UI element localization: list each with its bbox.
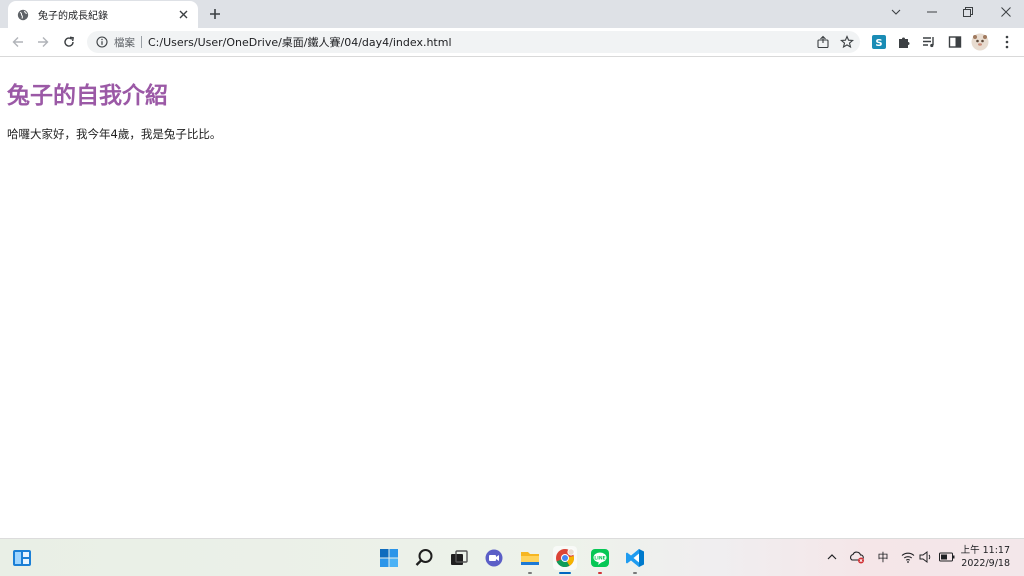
bookmark-star-icon[interactable]: [840, 34, 854, 53]
page-heading: 兔子的自我介紹: [7, 83, 168, 109]
task-view-icon[interactable]: [447, 546, 471, 570]
close-tab-icon[interactable]: [176, 8, 190, 22]
scheme-label: 檔案: [114, 36, 135, 49]
close-window-icon[interactable]: [988, 0, 1024, 24]
forward-arrow-icon[interactable]: [33, 32, 53, 52]
extensions-puzzle-icon[interactable]: [895, 33, 913, 51]
battery-icon[interactable]: [938, 549, 956, 565]
url-text[interactable]: C:/Users/User/OneDrive/桌面/鐵人賽/04/day4/in…: [148, 34, 452, 50]
svg-text:S: S: [875, 38, 882, 49]
search-icon[interactable]: [412, 546, 436, 570]
vscode-icon[interactable]: [623, 546, 647, 574]
share-icon[interactable]: [816, 34, 830, 53]
svg-text:LINE: LINE: [594, 556, 605, 562]
omnibox-divider: [141, 36, 142, 48]
widgets-icon[interactable]: [10, 546, 34, 570]
clock-date: 2022/9/18: [961, 558, 1010, 569]
menu-dots-icon[interactable]: [998, 33, 1016, 51]
back-arrow-icon[interactable]: [8, 32, 28, 52]
info-icon[interactable]: [96, 36, 108, 48]
title-bar: 兔子的成長紀錄: [0, 0, 1024, 28]
file-explorer-icon[interactable]: [518, 546, 542, 574]
new-tab-icon[interactable]: [206, 5, 224, 23]
ime-indicator[interactable]: 中: [874, 549, 892, 565]
globe-icon: [17, 9, 29, 21]
media-queue-icon[interactable]: [920, 33, 938, 51]
page-viewport: 兔子的自我介紹 哈囉大家好，我今年4歲，我是兔子比比。: [0, 58, 1024, 538]
taskbar-clock[interactable]: 上午 11:17 2022/9/18: [961, 544, 1010, 570]
clock-time: 上午 11:17: [960, 545, 1010, 556]
show-hidden-icons-chevron-icon[interactable]: [824, 549, 840, 565]
browser-toolbar: 檔案 C:/Users/User/OneDrive/桌面/鐵人賽/04/day4…: [0, 28, 1024, 57]
s-extension-icon[interactable]: S: [870, 33, 888, 51]
windows-taskbar: LINE 中 上午 11:17 2022/9/18: [0, 538, 1024, 576]
chat-icon[interactable]: [482, 546, 506, 570]
address-bar[interactable]: 檔案 C:/Users/User/OneDrive/桌面/鐵人賽/04/day4…: [87, 31, 860, 53]
tab-title: 兔子的成長紀錄: [38, 11, 108, 22]
browser-tab[interactable]: 兔子的成長紀錄: [8, 1, 198, 28]
wifi-icon[interactable]: [900, 549, 916, 565]
onedrive-error-icon[interactable]: [848, 549, 866, 565]
intro-paragraph: 哈囉大家好，我今年4歲，我是兔子比比。: [7, 127, 222, 141]
restore-icon[interactable]: [950, 0, 986, 24]
tab-search-chevron-icon[interactable]: [878, 0, 914, 24]
running-indicator: [528, 572, 532, 574]
active-indicator: [559, 572, 571, 574]
start-icon[interactable]: [377, 546, 401, 570]
running-indicator: [598, 572, 602, 574]
reload-icon[interactable]: [59, 32, 79, 52]
running-indicator: [633, 572, 637, 574]
line-icon[interactable]: LINE: [588, 546, 612, 574]
volume-icon[interactable]: [918, 549, 934, 565]
minimize-icon[interactable]: [914, 0, 950, 24]
chrome-icon[interactable]: [553, 546, 577, 574]
side-panel-icon[interactable]: [946, 33, 964, 51]
profile-avatar-icon[interactable]: [971, 33, 989, 51]
